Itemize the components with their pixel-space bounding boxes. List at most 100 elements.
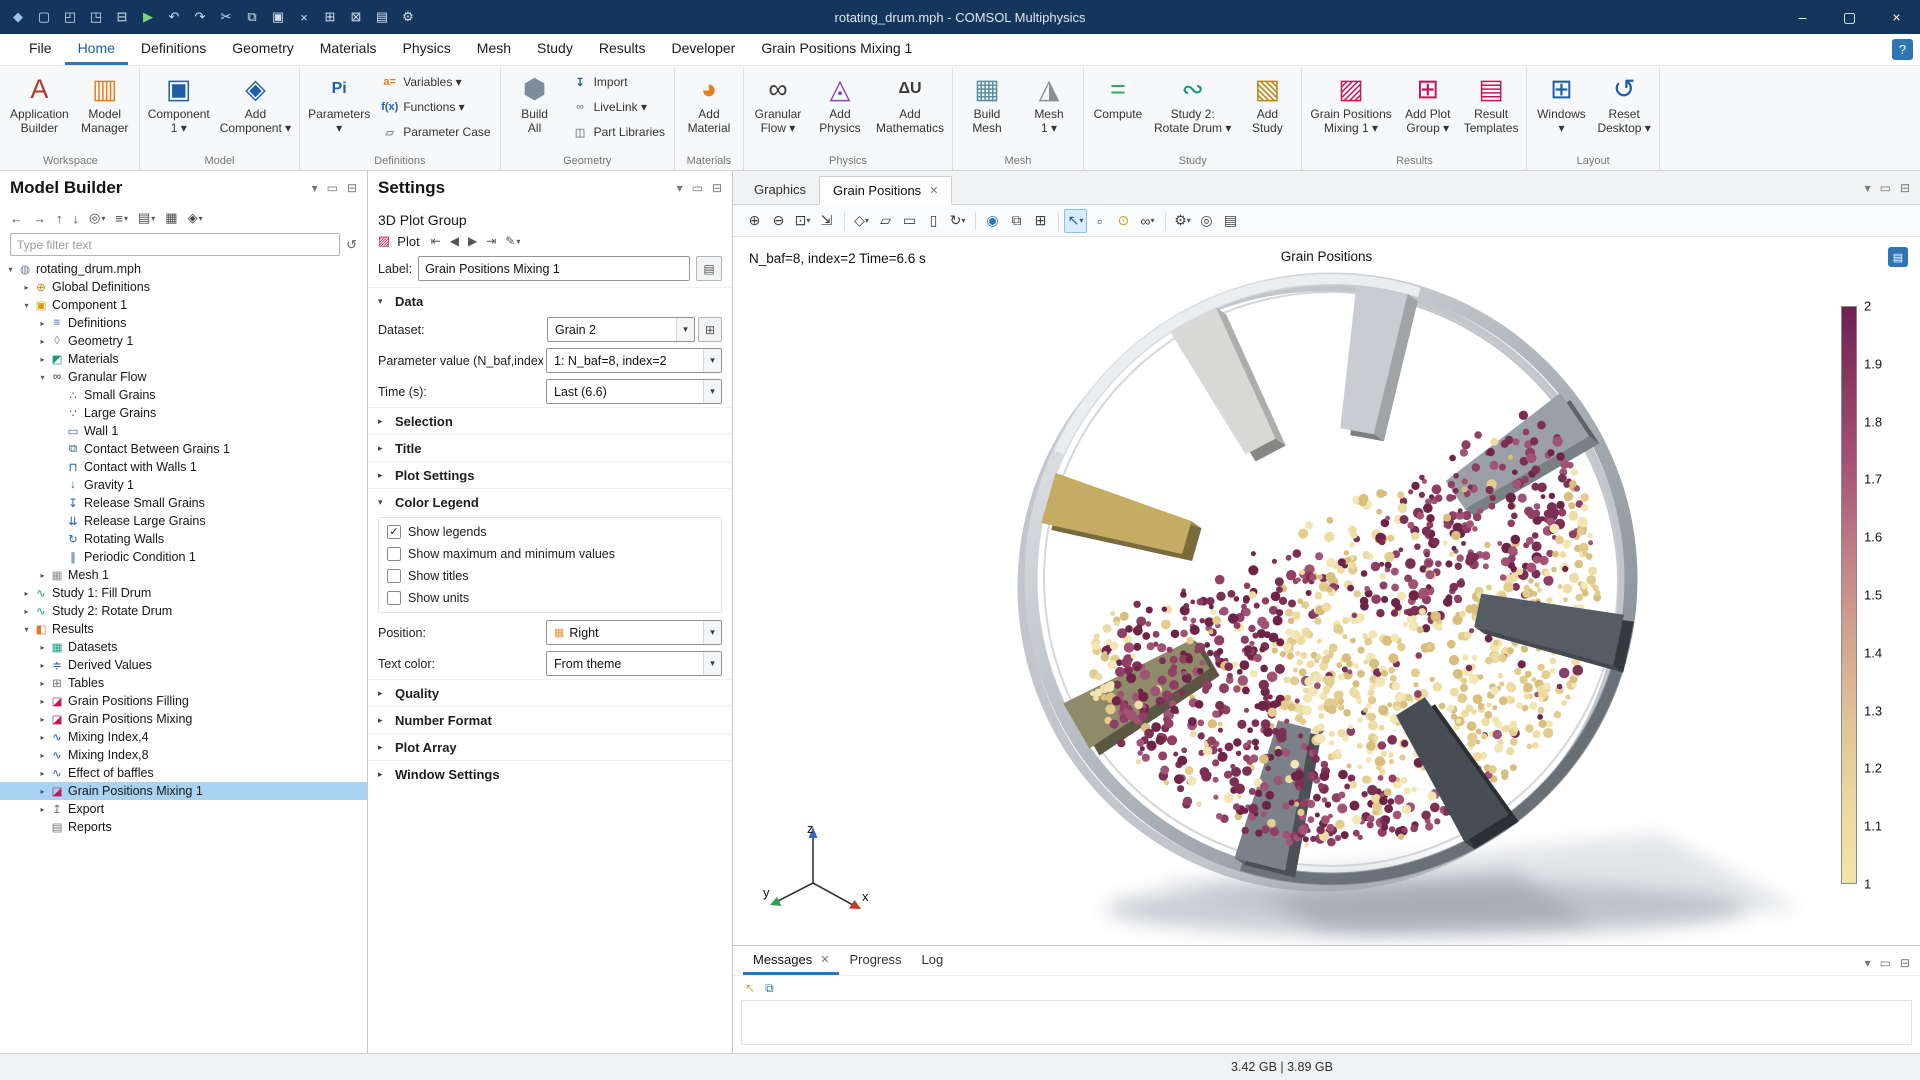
study-2-rotate-drum-button[interactable]: ∾Study 2: Rotate Drum ▾ — [1149, 68, 1236, 153]
section-selection[interactable]: ▸Selection — [368, 407, 732, 434]
tree-item-study-2-rotate-drum[interactable]: ▸∿Study 2: Rotate Drum — [0, 602, 367, 620]
menu-tab-developer[interactable]: Developer — [659, 34, 749, 65]
tree-item-grain-positions-mixing-1[interactable]: ▸◪Grain Positions Mixing 1 — [0, 782, 367, 800]
tree-expander-icon[interactable]: ▾ — [4, 265, 17, 274]
cut-icon[interactable]: ✂ — [214, 4, 238, 30]
add-mathematics-button[interactable]: ΔUAdd Mathematics — [871, 68, 949, 153]
scene-light-icon[interactable]: ◉ — [981, 209, 1004, 233]
show-options-icon[interactable]: ◎▾ — [89, 210, 105, 226]
build-mesh-button[interactable]: ▦Build Mesh — [956, 68, 1018, 153]
menu-tab-physics[interactable]: Physics — [390, 34, 464, 65]
tree-item-grain-positions-mixing[interactable]: ▸◪Grain Positions Mixing — [0, 710, 367, 728]
select-mode-icon[interactable]: ↖▾ — [1064, 209, 1087, 233]
tab-progress[interactable]: Progress — [839, 946, 911, 975]
tree-expander-icon[interactable]: ▸ — [20, 589, 33, 598]
add-physics-button[interactable]: ◬Add Physics — [809, 68, 871, 153]
part-libraries-button[interactable]: ◫Part Libraries — [569, 121, 668, 143]
undo-icon[interactable]: ↶ — [162, 4, 186, 30]
tree-expander-icon[interactable]: ▸ — [36, 733, 49, 742]
close-tab-icon[interactable]: ✕ — [820, 953, 829, 966]
tree-item-granular-flow[interactable]: ▾∞Granular Flow — [0, 368, 367, 386]
tree-item-mixing-index-8[interactable]: ▸∿Mixing Index,8 — [0, 746, 367, 764]
view-zx-icon[interactable]: ▯ — [922, 209, 945, 233]
tab-messages[interactable]: Messages✕ — [743, 946, 839, 975]
tree-item-periodic-condition-1[interactable]: ∥Periodic Condition 1 — [0, 548, 367, 566]
zoom-box-icon[interactable]: ⊡▾ — [791, 209, 814, 233]
tree-item-study-1-fill-drum[interactable]: ▸∿Study 1: Fill Drum — [0, 584, 367, 602]
menu-tab-materials[interactable]: Materials — [307, 34, 390, 65]
tree-item-contact-between-grains-1[interactable]: ⧉Contact Between Grains 1 — [0, 440, 367, 458]
add-study-button[interactable]: ▧Add Study — [1236, 68, 1298, 153]
text-color-combo[interactable]: From theme ▾ — [546, 651, 722, 676]
tree-item-rotating-drum-mph[interactable]: ▾◍rotating_drum.mph — [0, 260, 367, 278]
plot-previous-icon[interactable]: ◀ — [450, 234, 459, 248]
tree-item-materials[interactable]: ▸◩Materials — [0, 350, 367, 368]
float-panel-icon[interactable]: ▭ — [327, 181, 338, 195]
application-builder-button[interactable]: AApplication Builder — [5, 68, 74, 153]
graphics-canvas[interactable]: N_baf=8, index=2 Time=6.6 s Grain Positi… — [733, 237, 1920, 945]
add-material-button[interactable]: ◕Add Material — [678, 68, 740, 153]
section-number-format[interactable]: ▸Number Format — [368, 706, 732, 733]
label-input[interactable] — [418, 256, 690, 281]
new-file-icon[interactable]: ▢ — [32, 4, 56, 30]
menu-tab-results[interactable]: Results — [586, 34, 659, 65]
section-color-legend[interactable]: ▾ Color Legend — [368, 488, 732, 515]
functions-button[interactable]: f(x)Functions ▾ — [378, 96, 493, 118]
view-yz-icon[interactable]: ▭ — [898, 209, 921, 233]
tab-log[interactable]: Log — [912, 946, 954, 975]
tree-item-release-large-grains[interactable]: ⇊Release Large Grains — [0, 512, 367, 530]
maximize-button[interactable]: ▢ — [1826, 0, 1873, 34]
tab-grain-positions[interactable]: Grain Positions✕ — [819, 176, 952, 205]
paste-icon[interactable]: ▣ — [266, 4, 290, 30]
open-file-icon[interactable]: ◰ — [58, 4, 82, 30]
delete-icon[interactable]: × — [292, 4, 316, 30]
collapse-tree-icon[interactable]: ≡▾ — [115, 211, 128, 226]
tree-item-release-small-grains[interactable]: ↧Release Small Grains — [0, 494, 367, 512]
parameter-case-button[interactable]: ▱Parameter Case — [378, 121, 493, 143]
plot-next-icon[interactable]: ▶ — [468, 234, 477, 248]
add-plot-group-button[interactable]: ⊞Add Plot Group ▾ — [1397, 68, 1459, 153]
close-button[interactable]: × — [1873, 0, 1920, 34]
granular-flow-button[interactable]: ∞Granular Flow ▾ — [747, 68, 809, 153]
go-next-icon[interactable]: → — [33, 211, 46, 226]
tree-item-grain-positions-filling[interactable]: ▸◪Grain Positions Filling — [0, 692, 367, 710]
menu-tab-home[interactable]: Home — [65, 34, 128, 65]
comsol-logo-icon[interactable]: ◆ — [6, 4, 30, 30]
checkbox-show-maximum-and-minimum-values[interactable]: Show maximum and minimum values — [379, 543, 721, 565]
checkbox-show-units[interactable]: Show units — [379, 587, 721, 609]
section-title[interactable]: ▸Title — [368, 434, 732, 461]
tree-item-tables[interactable]: ▸⊞Tables — [0, 674, 367, 692]
result-templates-button[interactable]: ▤Result Templates — [1459, 68, 1524, 153]
plot-first-icon[interactable]: ⇤ — [431, 234, 441, 248]
tree-item-component-1[interactable]: ▾▣Component 1 — [0, 296, 367, 314]
plot-properties-icon[interactable]: ▤ — [1888, 247, 1908, 267]
tree-item-mesh-1[interactable]: ▸▦Mesh 1 — [0, 566, 367, 584]
tree-expander-icon[interactable]: ▸ — [20, 283, 33, 292]
filter-input[interactable] — [10, 233, 340, 256]
parameter-value-combo[interactable]: 1: N_baf=8, index=2 ▾ — [546, 348, 722, 373]
move-down-icon[interactable]: ↓ — [73, 211, 80, 226]
menu-tab-definitions[interactable]: Definitions — [128, 34, 219, 65]
time-combo[interactable]: Last (6.6) ▾ — [546, 379, 722, 404]
menu-tab-file[interactable]: File — [16, 34, 65, 65]
move-up-icon[interactable]: ↑ — [56, 211, 63, 226]
zoom-in-icon[interactable]: ⊕ — [743, 209, 766, 233]
view-xy-icon[interactable]: ▱ — [874, 209, 897, 233]
snapshot-icon[interactable]: ◎ — [1195, 209, 1218, 233]
tree-item-mixing-index-4[interactable]: ▸∿Mixing Index,4 — [0, 728, 367, 746]
tree-item-effect-of-baffles[interactable]: ▸∿Effect of baffles — [0, 764, 367, 782]
lock-view-icon[interactable]: ⊙ — [1112, 209, 1135, 233]
3d-glasses-icon[interactable]: ∞▾ — [1136, 209, 1159, 233]
tree-expander-icon[interactable]: ▸ — [36, 337, 49, 346]
model-tree-options-icon[interactable]: ▤▾ — [138, 210, 155, 226]
tree-expander-icon[interactable]: ▸ — [36, 805, 49, 814]
plot-settings-icon[interactable]: ⚙▾ — [1171, 209, 1194, 233]
tree-expander-icon[interactable]: ▸ — [36, 679, 49, 688]
collapse-panel-icon[interactable]: ⊟ — [1900, 956, 1910, 970]
menu-tab-study[interactable]: Study — [524, 34, 586, 65]
save-icon[interactable]: ◳ — [84, 4, 108, 30]
print-icon[interactable]: ▤ — [1219, 209, 1242, 233]
build-all-button[interactable]: ⬢Build All — [504, 68, 566, 153]
collapse-panel-icon[interactable]: ⊟ — [1900, 181, 1910, 195]
tree-expander-icon[interactable]: ▸ — [36, 643, 49, 652]
